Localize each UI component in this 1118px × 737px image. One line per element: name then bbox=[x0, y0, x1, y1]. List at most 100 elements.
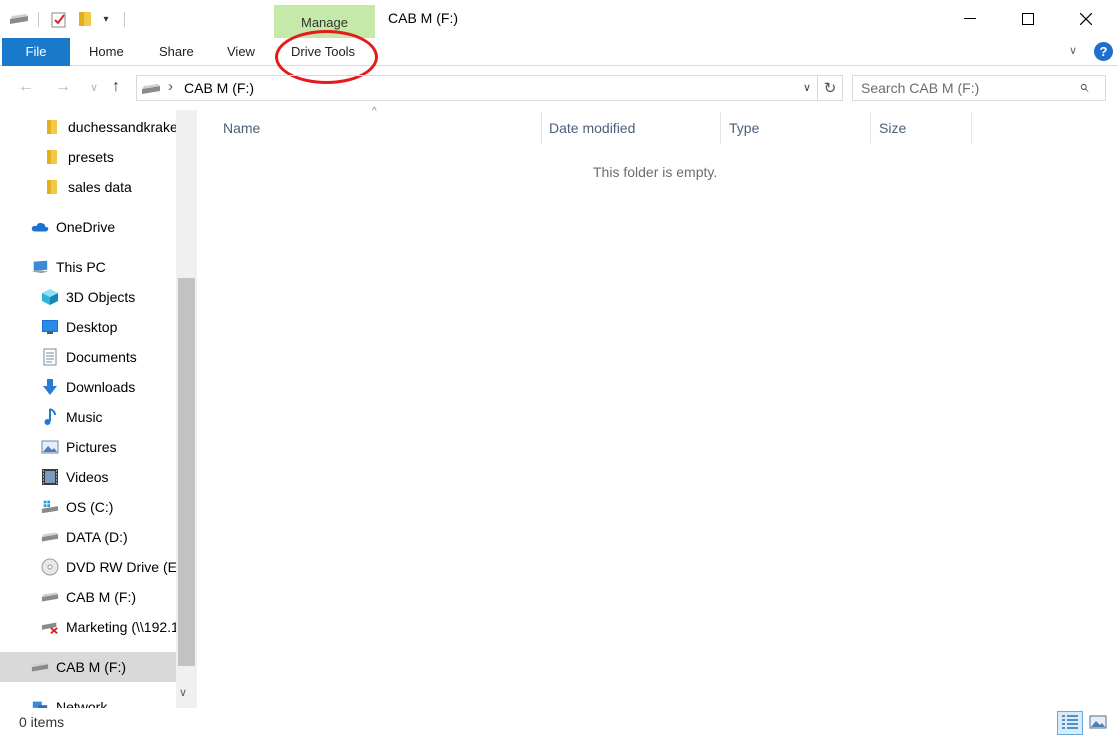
folder-icon bbox=[43, 118, 61, 136]
ribbon-tabs: File Home Share View Drive Tools ∨ ? bbox=[0, 38, 1118, 66]
folder-icon bbox=[43, 148, 61, 166]
nav-item-label: This PC bbox=[56, 259, 106, 275]
column-divider[interactable] bbox=[541, 112, 542, 144]
refresh-icon[interactable]: ↻ bbox=[818, 75, 843, 101]
drive-icon bbox=[41, 528, 59, 546]
documents-icon bbox=[41, 348, 59, 366]
desktop-icon bbox=[41, 318, 59, 336]
nav-item-label: sales data bbox=[68, 179, 132, 195]
scrollbar-thumb[interactable] bbox=[178, 278, 195, 666]
navigation-bar: ← → ∨ ↑ › CAB M (F:) ∨ ↻ ⌕ bbox=[0, 66, 1118, 110]
nav-item-network[interactable]: Network bbox=[0, 692, 176, 708]
scroll-down-icon[interactable]: ∨ bbox=[179, 686, 187, 699]
details-view-icon bbox=[1061, 714, 1079, 733]
nav-item-label: DVD RW Drive (E:) bbox=[66, 559, 176, 575]
search-box[interactable]: ⌕ bbox=[852, 75, 1106, 101]
tab-home[interactable]: Home bbox=[89, 38, 124, 66]
back-arrow-icon[interactable]: ← bbox=[18, 78, 34, 96]
nav-item-dvd-rw-drive[interactable]: DVD RW Drive (E:) bbox=[0, 552, 176, 582]
3d-objects-icon bbox=[41, 288, 59, 306]
nav-item-label: OneDrive bbox=[56, 219, 116, 235]
nav-item-label: DATA (D:) bbox=[66, 529, 128, 545]
breadcrumb-current[interactable]: CAB M (F:) bbox=[184, 80, 254, 96]
new-folder-icon[interactable] bbox=[76, 10, 94, 28]
column-header-type[interactable]: Type bbox=[729, 112, 759, 144]
maximize-button[interactable] bbox=[1005, 0, 1051, 38]
search-input[interactable] bbox=[861, 79, 1071, 97]
column-divider[interactable] bbox=[870, 112, 871, 144]
sort-ascending-icon: ^ bbox=[372, 106, 377, 117]
nav-item-label: Pictures bbox=[66, 439, 117, 455]
forward-arrow-icon[interactable]: → bbox=[55, 78, 71, 96]
details-view-button[interactable] bbox=[1057, 711, 1083, 735]
nav-item-documents[interactable]: Documents bbox=[0, 342, 176, 372]
nav-item-label: Music bbox=[66, 409, 103, 425]
nav-item-label: CAB M (F:) bbox=[56, 659, 126, 675]
nav-item-label: Documents bbox=[66, 349, 137, 365]
title-bar: ▾ Manage CAB M (F:) bbox=[0, 0, 1118, 38]
onedrive-icon bbox=[31, 218, 49, 236]
customize-toolbar-icon[interactable]: ▾ bbox=[98, 10, 114, 28]
up-arrow-icon[interactable]: ↑ bbox=[112, 78, 120, 96]
large-icons-view-button[interactable] bbox=[1085, 711, 1111, 735]
breadcrumb-separator-icon[interactable]: › bbox=[168, 78, 173, 95]
network-drive-disconnected-icon bbox=[41, 618, 59, 636]
drive-icon bbox=[41, 588, 59, 606]
nav-item-pictures[interactable]: Pictures bbox=[0, 432, 176, 462]
column-header-date-modified[interactable]: Date modified bbox=[549, 112, 635, 144]
search-icon[interactable]: ⌕ bbox=[1079, 77, 1089, 97]
quick-access-divider bbox=[124, 12, 125, 27]
nav-item-label: CAB M (F:) bbox=[66, 589, 136, 605]
properties-icon[interactable] bbox=[49, 10, 69, 28]
nav-item-os-c[interactable]: OS (C:) bbox=[0, 492, 176, 522]
quick-access-divider bbox=[38, 12, 39, 27]
nav-item-duchessandkraken[interactable]: duchessandkraken bbox=[0, 112, 176, 142]
empty-folder-message: This folder is empty. bbox=[593, 164, 718, 180]
item-count: 0 items bbox=[19, 714, 65, 730]
nav-item-music[interactable]: Music bbox=[0, 402, 176, 432]
music-icon bbox=[41, 408, 59, 426]
file-list[interactable]: ^ Name Date modified Type Size This fold… bbox=[197, 106, 1118, 708]
videos-icon bbox=[41, 468, 59, 486]
drive-icon bbox=[141, 82, 161, 98]
address-bar[interactable]: › CAB M (F:) ∨ bbox=[136, 75, 818, 101]
nav-item-label: Videos bbox=[66, 469, 109, 485]
nav-item-desktop[interactable]: Desktop bbox=[0, 312, 176, 342]
close-button[interactable] bbox=[1063, 0, 1109, 38]
nav-item-onedrive[interactable]: OneDrive bbox=[0, 212, 176, 242]
column-header-name[interactable]: Name bbox=[223, 112, 260, 144]
nav-item-data-d[interactable]: DATA (D:) bbox=[0, 522, 176, 552]
navigation-pane: duchessandkraken presets sales data OneD… bbox=[0, 110, 197, 708]
nav-item-3d-objects[interactable]: 3D Objects bbox=[0, 282, 176, 312]
recent-locations-icon[interactable]: ∨ bbox=[90, 81, 98, 94]
drive-icon bbox=[31, 658, 49, 676]
nav-item-marketing[interactable]: Marketing (\\192.168.1.10) bbox=[0, 612, 176, 642]
downloads-icon bbox=[41, 378, 59, 396]
nav-item-sales-data[interactable]: sales data bbox=[0, 172, 176, 202]
column-divider[interactable] bbox=[720, 112, 721, 144]
window-title: CAB M (F:) bbox=[388, 10, 458, 26]
large-icons-view-icon bbox=[1089, 714, 1107, 733]
column-header-size[interactable]: Size bbox=[879, 112, 906, 144]
expand-ribbon-icon[interactable]: ∨ bbox=[1069, 44, 1085, 60]
nav-pane-scrollbar[interactable]: ∨ bbox=[176, 110, 197, 708]
nav-item-label: OS (C:) bbox=[66, 499, 114, 515]
address-dropdown-icon[interactable]: ∨ bbox=[803, 81, 811, 94]
status-bar: 0 items bbox=[0, 708, 1118, 737]
this-pc-icon bbox=[31, 258, 49, 276]
help-icon[interactable]: ? bbox=[1094, 42, 1113, 61]
tab-view[interactable]: View bbox=[227, 38, 255, 66]
nav-item-this-pc[interactable]: This PC bbox=[0, 252, 176, 282]
nav-item-presets[interactable]: presets bbox=[0, 142, 176, 172]
nav-item-videos[interactable]: Videos bbox=[0, 462, 176, 492]
nav-item-cab-m-f-usb[interactable]: CAB M (F:) bbox=[0, 652, 176, 682]
nav-item-label: Desktop bbox=[66, 319, 118, 335]
tab-file[interactable]: File bbox=[2, 38, 70, 66]
tab-share[interactable]: Share bbox=[159, 38, 194, 66]
column-divider[interactable] bbox=[971, 112, 972, 144]
nav-item-cab-m-f[interactable]: CAB M (F:) bbox=[0, 582, 176, 612]
network-icon bbox=[31, 698, 49, 708]
dvd-drive-icon bbox=[41, 558, 59, 576]
nav-item-downloads[interactable]: Downloads bbox=[0, 372, 176, 402]
minimize-button[interactable] bbox=[947, 0, 993, 38]
